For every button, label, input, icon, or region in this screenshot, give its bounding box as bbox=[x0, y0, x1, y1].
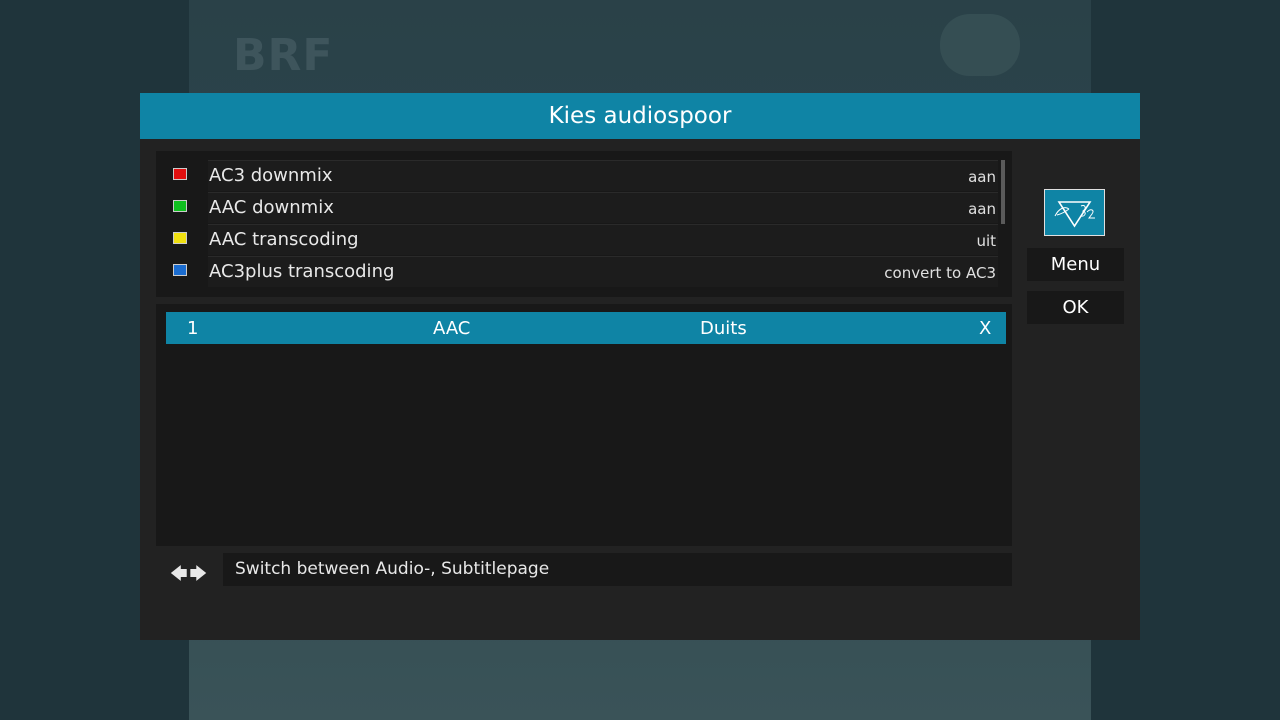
audio-options-list: AC3 downmix aan AAC downmix aan AAC tran… bbox=[156, 151, 1012, 297]
option-label: AAC transcoding bbox=[209, 229, 359, 250]
hint-text: Switch between Audio-, Subtitlepage bbox=[223, 553, 1012, 586]
track-number: 1 bbox=[187, 318, 199, 339]
channel-logo: BRF bbox=[233, 30, 334, 81]
ok-button[interactable]: OK bbox=[1027, 291, 1124, 324]
audio-track-dialog: Kies audiospoor AC3 downmix aan AAC down… bbox=[140, 93, 1140, 640]
green-key-icon bbox=[173, 200, 187, 212]
track-row[interactable]: 1 AAC Duits X bbox=[166, 312, 1006, 344]
menu-button[interactable]: Menu bbox=[1027, 248, 1124, 281]
options-scrollbar[interactable] bbox=[1001, 160, 1005, 224]
pure2-logo-icon bbox=[1044, 189, 1105, 236]
option-ac3plus-transcoding[interactable]: AC3plus transcoding convert to AC3 bbox=[208, 256, 998, 287]
track-selected-mark: X bbox=[979, 318, 992, 339]
option-aac-downmix[interactable]: AAC downmix aan bbox=[208, 192, 998, 223]
option-value: convert to AC3 bbox=[884, 264, 996, 282]
option-value: aan bbox=[968, 200, 996, 218]
blue-key-icon bbox=[173, 264, 187, 276]
option-ac3-downmix[interactable]: AC3 downmix aan bbox=[208, 160, 998, 191]
option-label: AC3plus transcoding bbox=[209, 261, 395, 282]
left-right-arrows-icon: 🡄🡆 bbox=[170, 564, 210, 584]
track-language: Duits bbox=[700, 318, 747, 339]
option-value: uit bbox=[976, 232, 996, 250]
option-label: AAC downmix bbox=[209, 197, 334, 218]
red-key-icon bbox=[173, 168, 187, 180]
audio-track-list: 1 AAC Duits X bbox=[156, 304, 1012, 546]
background-blur-shape bbox=[940, 14, 1020, 76]
option-value: aan bbox=[968, 168, 996, 186]
option-aac-transcoding[interactable]: AAC transcoding uit bbox=[208, 224, 998, 255]
yellow-key-icon bbox=[173, 232, 187, 244]
option-label: AC3 downmix bbox=[209, 165, 333, 186]
track-codec: AAC bbox=[433, 318, 471, 339]
dialog-title: Kies audiospoor bbox=[140, 93, 1140, 139]
